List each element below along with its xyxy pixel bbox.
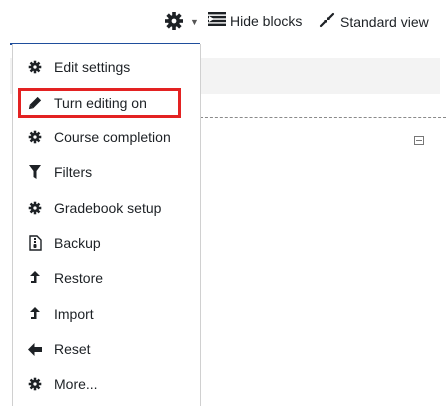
menu-item-label: Import: [54, 306, 94, 322]
menu-item-label: Turn editing on: [54, 95, 147, 111]
hide-blocks-label: Hide blocks: [230, 12, 303, 29]
menu-item-turn-editing-on[interactable]: Turn editing on: [13, 90, 200, 116]
standard-view-button[interactable]: Standard view: [319, 12, 429, 31]
course-actions-menu: Edit settings Turn editing on Course com…: [12, 44, 201, 406]
gear-icon: [27, 59, 43, 75]
actions-menu-toggle[interactable]: ▼: [164, 10, 199, 32]
collapse-block-icon[interactable]: [414, 136, 424, 145]
upload-arrow-icon: [27, 306, 43, 322]
menu-item-reset[interactable]: Reset: [13, 336, 200, 362]
menu-item-gradebook-setup[interactable]: Gradebook setup: [13, 195, 200, 221]
compress-icon: [319, 12, 335, 31]
menu-item-label: Reset: [54, 341, 91, 357]
gear-icon: [164, 11, 184, 31]
menu-item-label: Restore: [54, 270, 104, 286]
upload-arrow-icon: [27, 270, 43, 286]
chevron-down-icon: ▼: [190, 17, 199, 27]
gear-icon: [27, 200, 43, 216]
menu-item-restore[interactable]: Restore: [13, 265, 200, 291]
standard-view-label: Standard view: [340, 13, 429, 30]
menu-item-import[interactable]: Import: [13, 301, 200, 327]
menu-item-edit-settings[interactable]: Edit settings: [13, 54, 200, 80]
menu-item-label: Backup: [54, 235, 101, 251]
hide-blocks-button[interactable]: Hide blocks: [208, 12, 302, 29]
menu-item-label: Course completion: [54, 129, 171, 145]
arrow-left-icon: [27, 341, 43, 357]
menu-item-label: Filters: [54, 164, 93, 180]
menu-item-course-completion[interactable]: Course completion: [13, 124, 200, 150]
menu-item-label: Edit settings: [54, 59, 131, 75]
top-toolbar: ▼ Hide blocks Standard view: [0, 0, 446, 44]
menu-item-backup[interactable]: Backup: [13, 230, 200, 256]
menu-item-more[interactable]: More...: [13, 371, 200, 397]
filter-icon: [27, 164, 43, 180]
menu-item-label: Gradebook setup: [54, 200, 162, 216]
hide-blocks-icon: [208, 12, 226, 29]
menu-item-filters[interactable]: Filters: [13, 159, 200, 185]
section-divider: [200, 117, 446, 118]
file-archive-icon: [27, 235, 43, 251]
gear-icon: [27, 129, 43, 145]
pencil-icon: [27, 95, 43, 111]
gear-icon: [27, 376, 43, 392]
menu-item-label: More...: [54, 376, 98, 392]
